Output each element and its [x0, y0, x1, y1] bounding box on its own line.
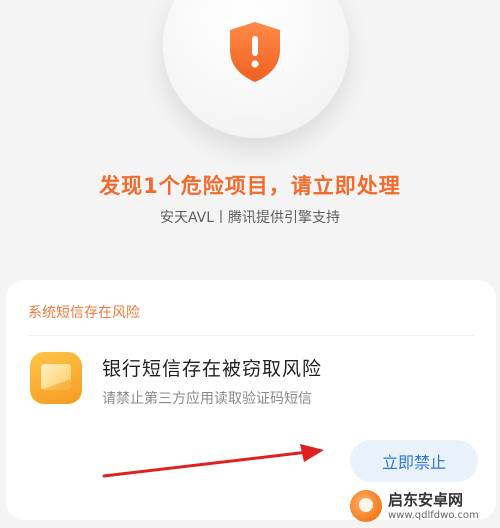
watermark-url: www.qdlfdwo.com [388, 510, 479, 521]
risk-item-description: 请禁止第三方应用读取验证码短信 [102, 391, 312, 407]
card-title: 系统短信存在风险 [28, 305, 140, 321]
watermark-name: 启东安卓网 [388, 491, 464, 509]
danger-headline: 发现1个危险项目，请立即处理 [99, 174, 401, 198]
site-watermark: 启东安卓网 www.qdlfdwo.com [350, 488, 496, 526]
risk-item-title: 银行短信存在被窃取风险 [102, 358, 323, 380]
warning-shield-icon [230, 22, 280, 82]
sms-app-icon [30, 352, 82, 404]
watermark-logo-icon [350, 490, 382, 522]
engine-credit: 安天AVL丨腾讯提供引擎支持 [159, 210, 341, 226]
forbid-now-button[interactable]: 立即禁止 [350, 440, 478, 482]
message-fold-shape [41, 379, 71, 390]
red-annotation-arrow [102, 444, 324, 478]
divider [28, 335, 474, 336]
risk-card: 系统短信存在风险 银行短信存在被窃取风险 请禁止第三方应用读取验证码短信 立即禁… [6, 280, 496, 520]
